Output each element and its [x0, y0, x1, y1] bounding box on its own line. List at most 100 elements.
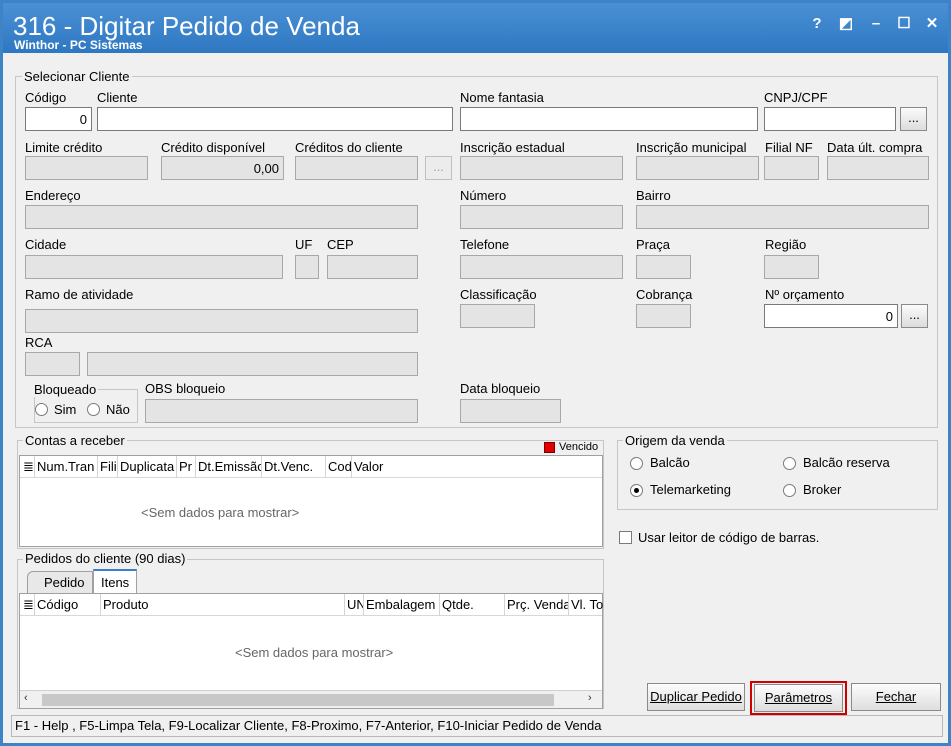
bloqueado-sim-label: Sim	[54, 402, 77, 417]
parametros-button[interactable]: Parâmetros	[754, 684, 843, 712]
cliente-input[interactable]	[97, 107, 453, 131]
tab-itens[interactable]: Itens	[93, 569, 137, 593]
creditos-cliente-label: Créditos do cliente	[295, 140, 403, 155]
bloqueado-label: Bloqueado	[32, 382, 99, 397]
cnpj-label: CNPJ/CPF	[764, 90, 828, 105]
col-dt-venc[interactable]: Dt.Venc.	[262, 456, 326, 478]
column-chooser-icon[interactable]: ≣	[20, 594, 35, 616]
cliente-label: Cliente	[97, 90, 138, 105]
fechar-button[interactable]: Fechar	[851, 683, 941, 711]
obs-bloqueio-label: OBS bloqueio	[145, 381, 226, 396]
col-duplicata[interactable]: Duplicata	[118, 456, 177, 478]
status-bar: F1 - Help , F5-Limpa Tela, F9-Localizar …	[11, 715, 943, 737]
creditos-cliente-button[interactable]: ...	[425, 156, 452, 180]
data-ult-compra-input	[827, 156, 929, 180]
tab-pedido[interactable]: Pedido	[27, 571, 93, 593]
praca-input	[636, 255, 691, 279]
orcamento-label: Nº orçamento	[765, 287, 845, 302]
pedidos-cliente-label: Pedidos do cliente (90 dias)	[23, 551, 188, 566]
leitor-barras-label: Usar leitor de código de barras.	[638, 530, 820, 545]
col-valor[interactable]: Valor	[352, 456, 412, 478]
col-codigo[interactable]: Código	[35, 594, 101, 616]
endereco-input	[25, 205, 418, 229]
close-icon[interactable]: ✕	[921, 13, 943, 35]
cnpj-input[interactable]	[764, 107, 896, 131]
orcamento-input[interactable]: 0	[764, 304, 898, 328]
nome-fantasia-label: Nome fantasia	[460, 90, 544, 105]
maximize-icon[interactable]: ☐	[893, 13, 915, 35]
orcamento-value: 0	[885, 309, 893, 324]
scroll-thumb[interactable]	[42, 694, 554, 706]
origem-broker-radio[interactable]	[783, 484, 796, 497]
credito-disponivel-input: 0,00	[161, 156, 284, 180]
rca-label: RCA	[25, 335, 53, 350]
orcamento-search-button[interactable]: ...	[901, 304, 928, 328]
origem-telemarketing-radio[interactable]	[630, 484, 643, 497]
numero-label: Número	[460, 188, 507, 203]
pedidos-horizontal-scrollbar[interactable]: ‹ ›	[20, 690, 602, 708]
cidade-input	[25, 255, 283, 279]
ramo-atividade-label: Ramo de atividade	[25, 287, 134, 302]
scroll-right-icon[interactable]: ›	[588, 692, 592, 704]
pedidos-grid[interactable]: ≣ Código Produto UN Embalagem Qtde. Prç.…	[19, 593, 603, 709]
regiao-label: Região	[765, 237, 807, 252]
pedidos-grid-header: ≣ Código Produto UN Embalagem Qtde. Prç.…	[20, 594, 603, 616]
data-bloqueio-label: Data bloqueio	[460, 381, 541, 396]
leitor-barras-checkbox[interactable]	[619, 531, 632, 544]
ramo-atividade-input	[25, 309, 418, 333]
vencido-legend-label: Vencido	[559, 441, 599, 453]
inscricao-municipal-label: Inscrição municipal	[636, 140, 747, 155]
bloqueado-sim-radio[interactable]	[35, 403, 48, 416]
col-un[interactable]: UN	[345, 594, 364, 616]
telefone-input	[460, 255, 623, 279]
filial-nf-label: Filial NF	[765, 140, 813, 155]
origem-broker-label: Broker	[803, 482, 842, 497]
title-bar[interactable]: 316 - Digitar Pedido de Venda Winthor - …	[3, 3, 948, 53]
vencido-legend-swatch	[544, 442, 555, 453]
scroll-left-icon[interactable]: ‹	[24, 692, 28, 704]
bloqueado-nao-radio[interactable]	[87, 403, 100, 416]
bloqueado-nao-label: Não	[106, 402, 130, 417]
cep-label: CEP	[327, 237, 354, 252]
origem-balcao-reserva-radio[interactable]	[783, 457, 796, 470]
classificacao-label: Classificação	[460, 287, 537, 302]
col-embalagem[interactable]: Embalagem	[364, 594, 440, 616]
codigo-label: Código	[25, 90, 67, 105]
filial-nf-input	[764, 156, 819, 180]
inscricao-estadual-input	[460, 156, 623, 180]
origem-balcao-radio[interactable]	[630, 457, 643, 470]
uf-label: UF	[295, 237, 313, 252]
col-prc-venda[interactable]: Prç. Venda	[505, 594, 569, 616]
data-bloqueio-input	[460, 399, 561, 423]
parametros-label: Parâmetros	[764, 690, 833, 705]
minimize-icon[interactable]: –	[865, 13, 887, 35]
tab-pedido-label: Pedido	[44, 575, 85, 590]
col-pr[interactable]: Pr	[177, 456, 196, 478]
main-window: 316 - Digitar Pedido de Venda Winthor - …	[0, 0, 951, 746]
duplicar-pedido-button[interactable]: Duplicar Pedido	[647, 683, 745, 711]
credito-disponivel-value: 0,00	[253, 161, 279, 176]
creditos-cliente-input	[295, 156, 418, 180]
col-qtde[interactable]: Qtde.	[440, 594, 505, 616]
codigo-input[interactable]: 0	[25, 107, 92, 131]
nome-fantasia-input[interactable]	[460, 107, 758, 131]
col-dt-emissao[interactable]: Dt.Emissão	[196, 456, 262, 478]
contas-grid-header: ≣ Num.Tran Fili Duplicata Pr Dt.Emissão …	[20, 456, 602, 478]
limite-credito-input	[25, 156, 148, 180]
classificacao-input	[460, 304, 535, 328]
col-produto[interactable]: Produto	[101, 594, 345, 616]
help-icon[interactable]: ?	[806, 13, 828, 35]
col-num-tran[interactable]: Num.Tran	[35, 456, 98, 478]
limite-credito-label: Limite crédito	[25, 140, 103, 155]
col-vl-total[interactable]: Vl. Total	[569, 594, 603, 616]
bairro-label: Bairro	[636, 188, 671, 203]
credito-disponivel-label: Crédito disponível	[161, 140, 266, 155]
origem-balcao-reserva-label: Balcão reserva	[803, 455, 890, 470]
col-filial[interactable]: Fili	[98, 456, 118, 478]
restore-layout-icon[interactable]: ◩	[835, 13, 857, 35]
cnpj-search-button[interactable]: ...	[900, 107, 927, 131]
col-cod[interactable]: Cod	[326, 456, 352, 478]
contas-receber-grid[interactable]: ≣ Num.Tran Fili Duplicata Pr Dt.Emissão …	[19, 455, 603, 547]
column-chooser-icon[interactable]: ≣	[20, 456, 35, 478]
origem-venda-label: Origem da venda	[623, 433, 727, 448]
